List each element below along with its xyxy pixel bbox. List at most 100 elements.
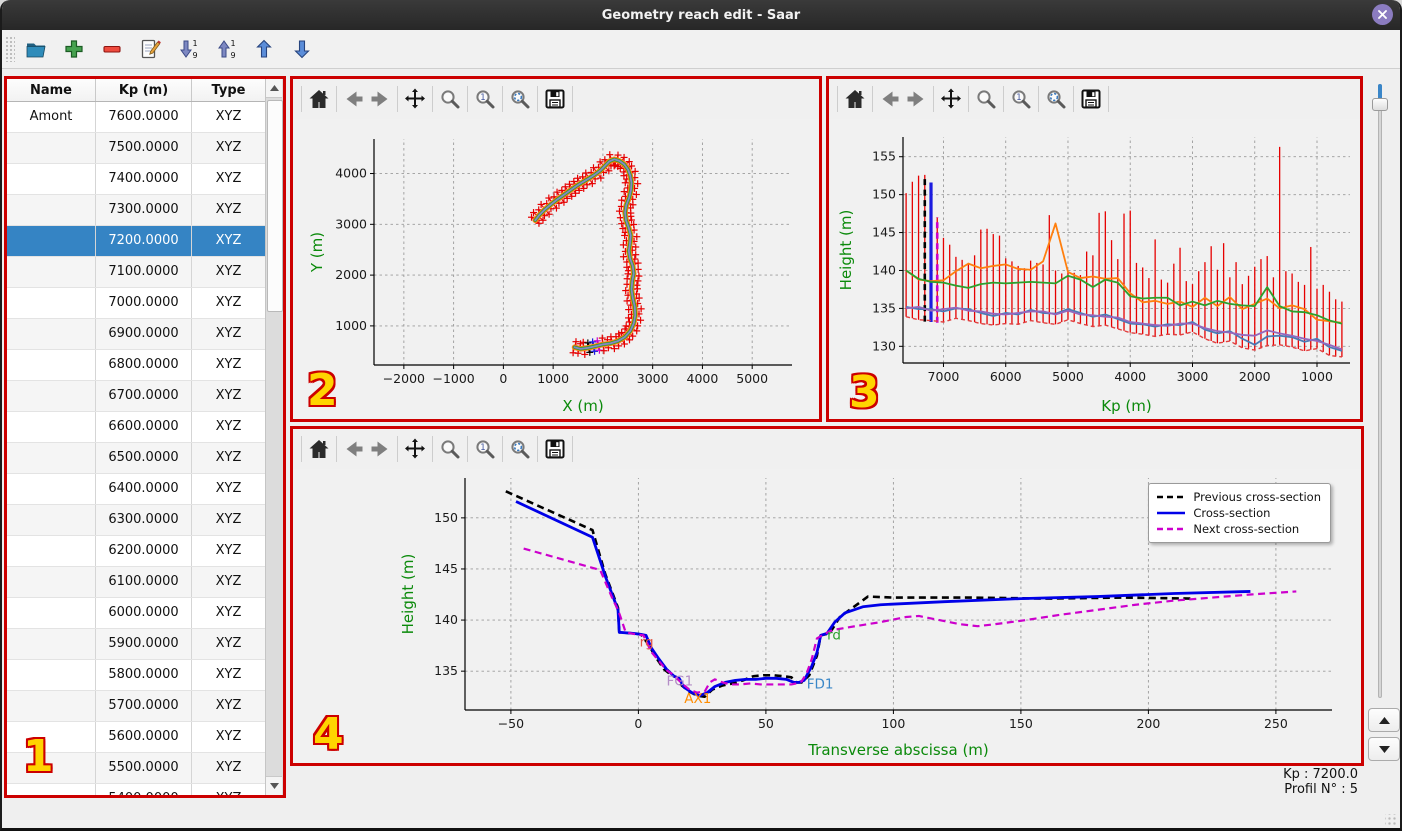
add-icon[interactable]: [61, 36, 87, 62]
table-cell[interactable]: 7300.0000: [96, 195, 192, 225]
table-cell[interactable]: [7, 505, 96, 535]
close-button[interactable]: [1372, 4, 1393, 25]
table-cell[interactable]: 5600.0000: [96, 722, 192, 752]
table-cell[interactable]: [7, 691, 96, 721]
slider-handle[interactable]: [1372, 98, 1388, 111]
table-row[interactable]: 7500.0000 XYZ: [7, 133, 266, 164]
table-cell[interactable]: XYZ: [192, 536, 266, 566]
slider-track[interactable]: [1378, 84, 1382, 698]
table-cell[interactable]: XYZ: [192, 598, 266, 628]
table-cell[interactable]: XYZ: [192, 691, 266, 721]
table-cell[interactable]: XYZ: [192, 474, 266, 504]
sort-up-icon[interactable]: 19: [213, 36, 239, 62]
table-row[interactable]: 6700.0000 XYZ: [7, 381, 266, 412]
table-cell[interactable]: [7, 753, 96, 783]
table-cell[interactable]: XYZ: [192, 288, 266, 318]
table-cell[interactable]: [7, 629, 96, 659]
table-cell[interactable]: [7, 350, 96, 380]
table-cell[interactable]: XYZ: [192, 629, 266, 659]
zoom-selection-icon[interactable]: [507, 436, 533, 462]
pan-icon[interactable]: [402, 436, 428, 462]
plan-view-chart[interactable]: −2000 −1000 0 1000 2000 3000 4000 5000 1000 2000 3…: [293, 119, 819, 419]
zoom-one-icon[interactable]: 1: [472, 86, 498, 112]
table-row[interactable]: 5900.0000 XYZ: [7, 629, 266, 660]
table-cell[interactable]: [7, 226, 96, 256]
save-icon[interactable]: [1078, 86, 1104, 112]
table-row[interactable]: Amont 7600.0000 XYZ: [7, 102, 266, 133]
table-cell[interactable]: Amont: [7, 102, 96, 132]
table-cell[interactable]: 5800.0000: [96, 660, 192, 690]
zoom-selection-icon[interactable]: [1043, 86, 1069, 112]
scrollbar-thumb[interactable]: [267, 100, 283, 312]
table-cell[interactable]: 5700.0000: [96, 691, 192, 721]
profile-slider[interactable]: [1371, 84, 1389, 698]
table-cell[interactable]: 6700.0000: [96, 381, 192, 411]
back-icon[interactable]: [341, 86, 367, 112]
table-cell[interactable]: XYZ: [192, 660, 266, 690]
table-cell[interactable]: [7, 288, 96, 318]
table-cell[interactable]: 7100.0000: [96, 257, 192, 287]
table-cell[interactable]: [7, 319, 96, 349]
forward-icon[interactable]: [367, 86, 393, 112]
home-icon[interactable]: [306, 86, 332, 112]
edit-icon[interactable]: [137, 36, 163, 62]
table-row[interactable]: 5400.0000XYZ: [7, 784, 266, 795]
save-icon[interactable]: [542, 86, 568, 112]
table-cell[interactable]: XYZ: [192, 505, 266, 535]
titlebar[interactable]: Geometry reach edit - Saar: [2, 0, 1400, 30]
table-cell[interactable]: 6900.0000: [96, 319, 192, 349]
table-cell[interactable]: [7, 598, 96, 628]
table-cell[interactable]: [7, 164, 96, 194]
table-row[interactable]: 6800.0000 XYZ: [7, 350, 266, 381]
open-folder-icon[interactable]: [23, 36, 49, 62]
move-down-icon[interactable]: [289, 36, 315, 62]
table-row[interactable]: 7300.0000 XYZ: [7, 195, 266, 226]
zoom-icon[interactable]: [437, 436, 463, 462]
table-cell[interactable]: 7200.0000: [96, 226, 192, 256]
table-cell[interactable]: [7, 536, 96, 566]
table-cell[interactable]: 7400.0000: [96, 164, 192, 194]
table-cell[interactable]: XYZ: [192, 443, 266, 473]
table-row[interactable]: 6900.0000 XYZ: [7, 319, 266, 350]
table-row[interactable]: 6200.0000 XYZ: [7, 536, 266, 567]
table-row[interactable]: 6000.0000 XYZ: [7, 598, 266, 629]
table-cell[interactable]: XYZ: [192, 350, 266, 380]
table-row[interactable]: 7000.0000 XYZ: [7, 288, 266, 319]
table-cell[interactable]: 6300.0000: [96, 505, 192, 535]
table-cell[interactable]: XYZ: [192, 412, 266, 442]
table-row[interactable]: 7200.0000 XYZ: [7, 226, 266, 257]
table-cell[interactable]: [7, 195, 96, 225]
table-cell[interactable]: [7, 412, 96, 442]
table-cell[interactable]: XYZ: [192, 319, 266, 349]
table-cell[interactable]: 6600.0000: [96, 412, 192, 442]
table-cell[interactable]: 7500.0000: [96, 133, 192, 163]
zoom-icon[interactable]: [973, 86, 999, 112]
table-cell[interactable]: 5900.0000: [96, 629, 192, 659]
table-row[interactable]: 6600.0000 XYZ: [7, 412, 266, 443]
table-cell[interactable]: [7, 784, 96, 795]
back-icon[interactable]: [877, 86, 903, 112]
forward-icon[interactable]: [903, 86, 929, 112]
table-cell[interactable]: XYZ: [192, 133, 266, 163]
longitudinal-profile-chart[interactable]: 7000 6000 5000 4000 3000 2000 1000 130 135 140 145…: [829, 119, 1360, 419]
table-cell[interactable]: [7, 474, 96, 504]
table-cell[interactable]: XYZ: [192, 195, 266, 225]
table-cell[interactable]: 6500.0000: [96, 443, 192, 473]
pan-icon[interactable]: [938, 86, 964, 112]
table-row[interactable]: 6500.0000 XYZ: [7, 443, 266, 474]
table-cell[interactable]: XYZ: [192, 753, 266, 783]
table-cell[interactable]: [7, 257, 96, 287]
table-cell[interactable]: XYZ: [192, 226, 266, 256]
sort-down-icon[interactable]: 19: [175, 36, 201, 62]
table-cell[interactable]: [7, 381, 96, 411]
table-cell[interactable]: [7, 133, 96, 163]
table-cell[interactable]: XYZ: [192, 784, 266, 795]
scroll-up-button[interactable]: [266, 79, 282, 98]
table-cell[interactable]: 5500.0000: [96, 753, 192, 783]
table-row[interactable]: 6400.0000 XYZ: [7, 474, 266, 505]
move-up-icon[interactable]: [251, 36, 277, 62]
table-row[interactable]: 5600.0000 XYZ: [7, 722, 266, 753]
profile-up-button[interactable]: [1368, 708, 1400, 732]
table-cell[interactable]: [7, 567, 96, 597]
home-icon[interactable]: [306, 436, 332, 462]
